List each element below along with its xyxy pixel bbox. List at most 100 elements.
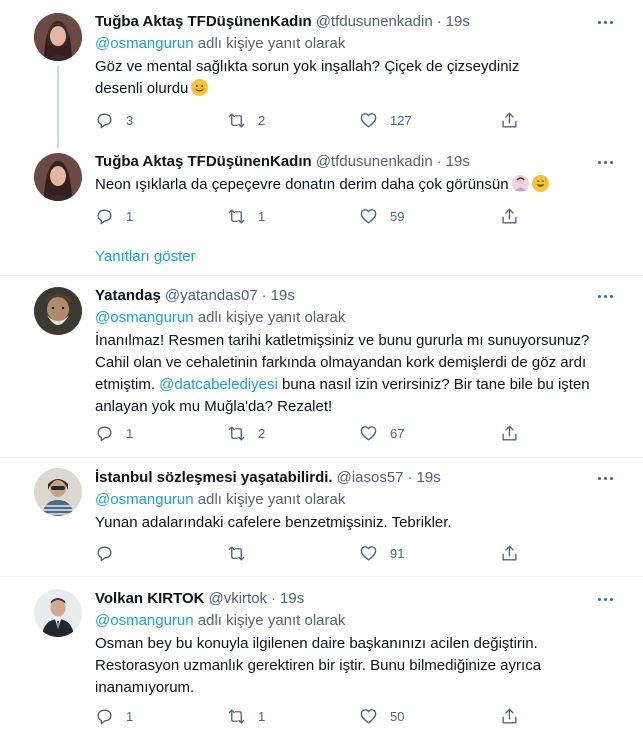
reply-icon (97, 112, 112, 128)
reply-button[interactable]: 1 (95, 706, 133, 726)
reply-feed: Tuğba Aktaş TFDüşünenKadın @tfdusunenkad… (0, 0, 643, 739)
reply-count: 1 (126, 208, 134, 224)
show-replies-link[interactable]: Yanıtları göster (95, 247, 196, 267)
author-handle[interactable]: @iasos57 (337, 468, 404, 488)
retweet-button[interactable]: 2 (227, 423, 265, 443)
tweet-header: Volkan KIRTOK @vkirtok · 19s (95, 589, 623, 609)
reply-count: 3 (126, 112, 134, 128)
reply-button[interactable]: 1 (95, 206, 133, 226)
woman-tipping-hand-emoji-icon (511, 175, 529, 192)
author-name[interactable]: Tuğba Aktaş TFDüşünenKadın (95, 152, 312, 172)
replying-to: @osmangurun adlı kişiye yanıt olarak (95, 490, 623, 510)
retweet-icon (228, 208, 245, 224)
retweet-count: 1 (258, 708, 266, 724)
author-handle[interactable]: @tfdusunenkadin (316, 152, 433, 172)
more-icon[interactable] (595, 152, 615, 172)
reply-count: 1 (126, 708, 134, 724)
reply-mention-link[interactable]: @osmangurun (95, 35, 194, 52)
text-mention-link[interactable]: @datcabelediyesi (159, 376, 278, 393)
timestamp[interactable]: 19s (417, 468, 441, 488)
reply-icon (97, 708, 112, 724)
author-name[interactable]: Volkan KIRTOK (95, 589, 204, 609)
tweet-body: Yatandaş @yatandas07 · 19s @osmangurun a… (95, 286, 623, 418)
separator: · (271, 590, 277, 607)
tweet-2[interactable]: Tuğba Aktaş TFDüşünenKadın @tfdusunenkad… (0, 143, 643, 275)
retweet-button[interactable]: 2 (227, 110, 265, 130)
author-handle[interactable]: @vkirtok (208, 589, 267, 609)
action-bar: 1 1 59 (95, 206, 525, 226)
share-button[interactable] (500, 206, 519, 226)
like-icon (360, 425, 377, 441)
reply-count: 1 (126, 425, 134, 441)
action-bar: 1 2 67 (95, 423, 525, 443)
replying-to: @osmangurun adlı kişiye yanıt olarak (95, 34, 623, 54)
tweet-body: Volkan KIRTOK @vkirtok · 19s @osmangurun… (95, 589, 623, 699)
tweet-1[interactable]: Tuğba Aktaş TFDüşünenKadın @tfdusunenkad… (0, 0, 643, 148)
avatar[interactable] (34, 468, 82, 516)
reply-mention-link[interactable]: @osmangurun (95, 309, 194, 326)
timestamp[interactable]: 19s (446, 152, 470, 172)
author-handle[interactable]: @yatandas07 (165, 286, 258, 306)
tweet-header: Tuğba Aktaş TFDüşünenKadın @tfdusunenkad… (95, 152, 623, 172)
share-icon (502, 112, 517, 128)
action-bar: 1 1 50 (95, 706, 525, 726)
like-button[interactable]: 59 (359, 206, 404, 226)
like-count: 50 (390, 708, 405, 724)
more-icon[interactable] (595, 589, 615, 609)
like-button[interactable]: 67 (359, 423, 404, 443)
tweet-header: Yatandaş @yatandas07 · 19s (95, 286, 623, 306)
share-icon (502, 208, 517, 224)
tweet-4[interactable]: İstanbul sözleşmesi yaşatabilirdi. @iaso… (0, 458, 643, 576)
retweet-button[interactable]: 1 (227, 206, 265, 226)
tweet-5[interactable]: Volkan KIRTOK @vkirtok · 19s @osmangurun… (0, 577, 643, 739)
timestamp[interactable]: 19s (271, 286, 295, 306)
like-button[interactable]: 91 (359, 543, 404, 563)
retweet-icon (228, 545, 245, 561)
share-button[interactable] (500, 706, 519, 726)
author-handle[interactable]: @tfdusunenkadin (316, 12, 433, 32)
reply-button[interactable] (95, 543, 126, 563)
reply-mention-link[interactable]: @osmangurun (95, 491, 194, 508)
retweet-button[interactable] (227, 543, 258, 563)
thread-line (57, 66, 59, 148)
author-name[interactable]: Tuğba Aktaş TFDüşünenKadın (95, 12, 312, 32)
reply-icon (97, 208, 112, 224)
like-icon (360, 708, 377, 724)
tweet-body: Tuğba Aktaş TFDüşünenKadın @tfdusunenkad… (95, 152, 623, 196)
share-button[interactable] (500, 110, 519, 130)
retweet-button[interactable]: 1 (227, 706, 265, 726)
tweet-header: Tuğba Aktaş TFDüşünenKadın @tfdusunenkad… (95, 12, 623, 32)
reply-icon (97, 545, 112, 561)
reply-button[interactable]: 3 (95, 110, 133, 130)
like-button[interactable]: 127 (359, 110, 412, 130)
reply-mention-link[interactable]: @osmangurun (95, 612, 194, 629)
retweet-count: 2 (258, 425, 266, 441)
like-button[interactable]: 50 (359, 706, 404, 726)
reply-suffix: adlı kişiye yanıt olarak (193, 309, 346, 326)
author-name[interactable]: İstanbul sözleşmesi yaşatabilirdi. (95, 468, 333, 488)
timestamp[interactable]: 19s (446, 12, 470, 32)
avatar[interactable] (34, 13, 82, 61)
avatar[interactable] (34, 287, 82, 335)
author-name[interactable]: Yatandaş (95, 286, 161, 306)
separator: · (261, 287, 267, 304)
avatar[interactable] (34, 589, 82, 637)
avatar[interactable] (34, 153, 82, 201)
like-icon (360, 112, 377, 128)
reply-suffix: adlı kişiye yanıt olarak (193, 612, 346, 629)
separator: · (436, 153, 442, 170)
more-icon[interactable] (595, 12, 615, 32)
separator: · (407, 469, 413, 486)
timestamp[interactable]: 19s (280, 589, 304, 609)
like-icon (360, 208, 377, 224)
share-icon (502, 708, 517, 724)
tweet-3[interactable]: Yatandaş @yatandas07 · 19s @osmangurun a… (0, 276, 643, 457)
tweet-text: Neon ışıklarla da çepeçevre donatın deri… (95, 174, 623, 196)
like-count: 67 (390, 425, 405, 441)
more-icon[interactable] (595, 468, 615, 488)
tweet-body: İstanbul sözleşmesi yaşatabilirdi. @iaso… (95, 468, 623, 534)
share-button[interactable] (500, 543, 519, 563)
share-button[interactable] (500, 423, 519, 443)
reply-button[interactable]: 1 (95, 423, 133, 443)
more-icon[interactable] (595, 286, 615, 306)
